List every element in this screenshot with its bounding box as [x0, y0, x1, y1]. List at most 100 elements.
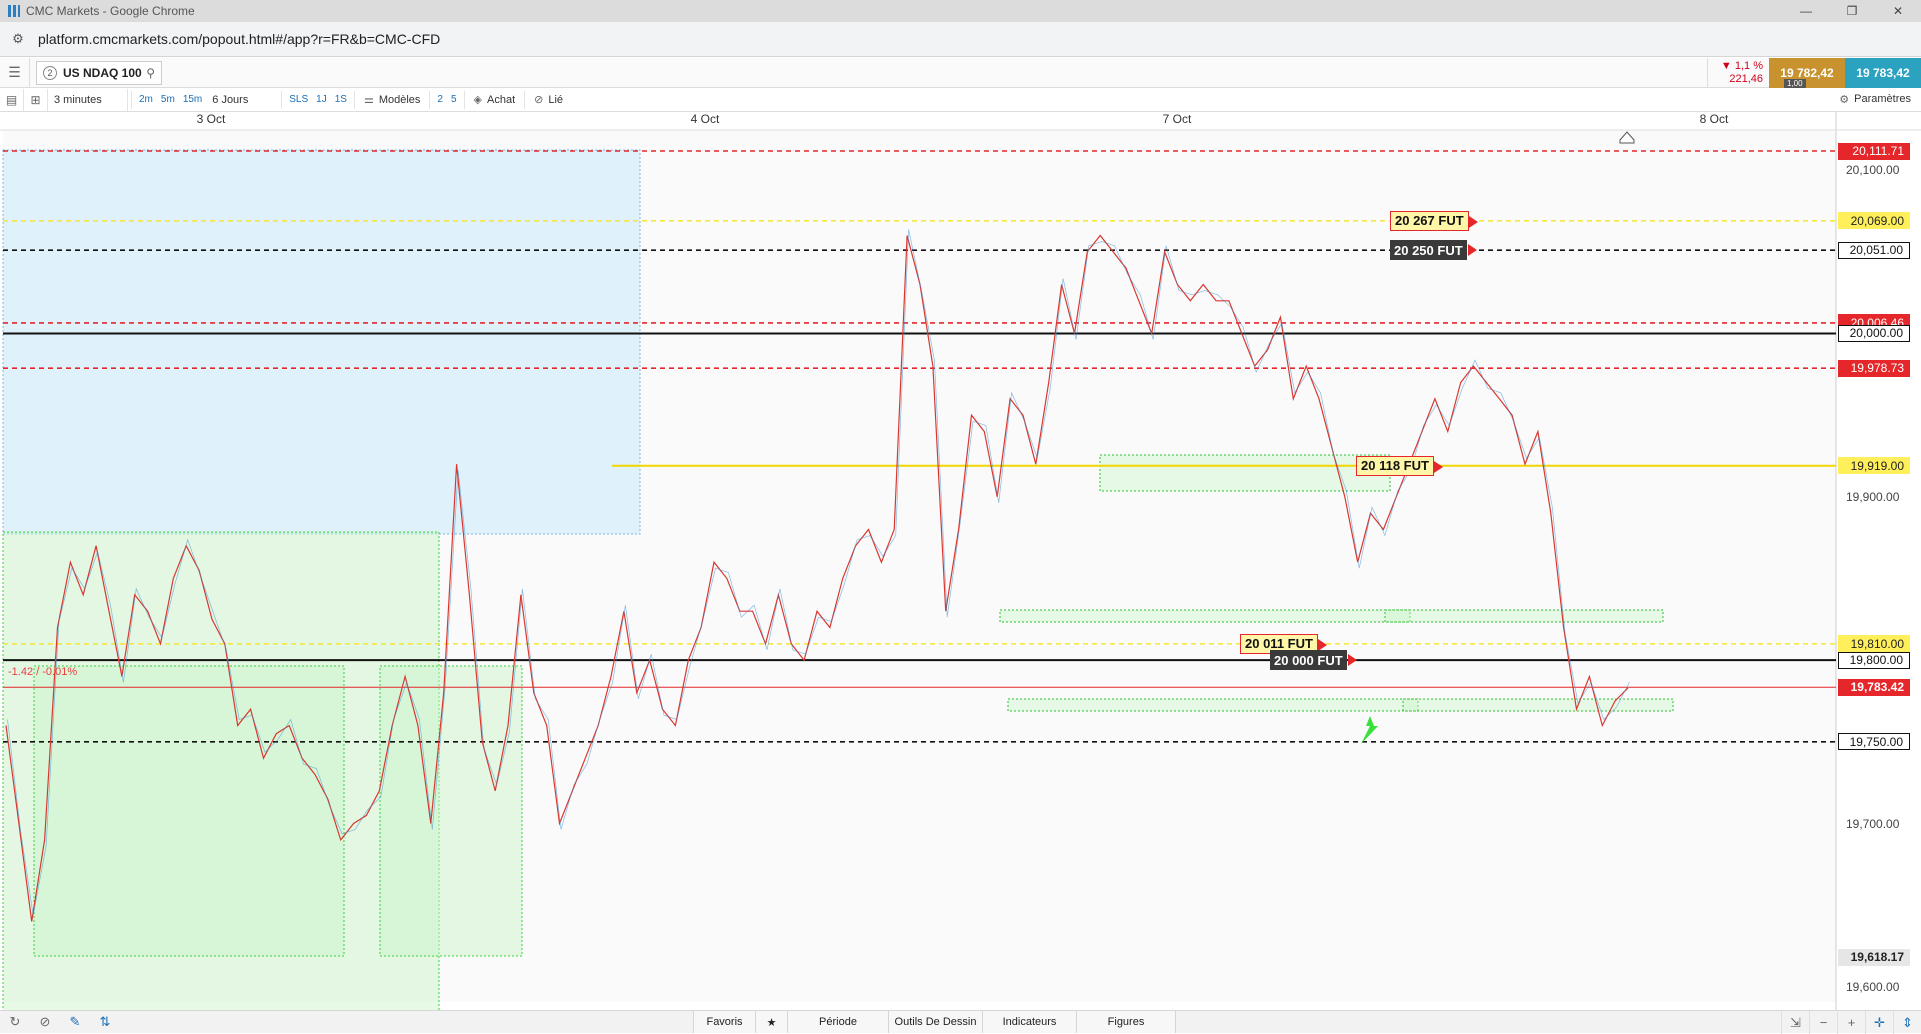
url-text[interactable]: platform.cmcmarkets.com/popout.html#/app…: [38, 31, 440, 47]
divider: [524, 90, 526, 109]
chart-zoom-controls: ⇲ − + ✛ ⇕: [1781, 1011, 1921, 1034]
spread-badge: 1,00: [1784, 79, 1806, 88]
period-2m-button[interactable]: 2m: [135, 89, 157, 111]
zone-box: [999, 609, 1411, 623]
fut-arrow-icon: [1468, 215, 1478, 228]
gear-icon: ⚙: [1839, 93, 1850, 106]
change-points: 221,46: [1729, 73, 1763, 85]
menu-icon[interactable]: ☰: [0, 57, 30, 88]
link-icon: ⊘: [534, 94, 544, 106]
grid-layout-icon[interactable]: ⊞: [24, 88, 48, 111]
cmc-app-icon: [8, 5, 20, 17]
chart-toolbar: ▤ ⊞ 3 minutes 2m 5m 15m 6 Jours SLS 1J 1…: [0, 88, 1921, 112]
price-tick-label: 19,900.00: [1846, 489, 1900, 504]
count-2-button[interactable]: 2: [433, 89, 447, 111]
buy-button[interactable]: 19 783,42: [1845, 58, 1921, 88]
chart-layout-icon[interactable]: ▤: [0, 88, 24, 111]
tab-favoris[interactable]: Favoris: [693, 1011, 755, 1033]
tab-outils-de-dessin[interactable]: Outils De Dessin: [888, 1011, 982, 1033]
price-level-label: 20,069.00: [1838, 212, 1910, 230]
fut-arrow-icon: [1347, 654, 1357, 667]
models-label: Modèles: [378, 93, 421, 106]
site-settings-icon[interactable]: ⚙: [6, 27, 30, 51]
price-level-label: 19,800.00: [1838, 651, 1910, 669]
period-selector[interactable]: 3 minutes: [48, 88, 128, 111]
price-change: ▼ 1,1 % 221,46: [1707, 58, 1769, 88]
star-icon[interactable]: ★: [755, 1011, 787, 1033]
period-5m-button[interactable]: 5m: [157, 89, 179, 111]
vertical-scale-icon[interactable]: ⇕: [1893, 1011, 1921, 1034]
address-bar: ⚙ platform.cmcmarkets.com/popout.html#/a…: [0, 22, 1921, 57]
settings-label: Paramètres: [1854, 93, 1911, 105]
zone-box: [1099, 454, 1391, 492]
fut-arrow-icon: [1467, 244, 1477, 257]
divider: [429, 90, 431, 109]
tab-indicateurs[interactable]: Indicateurs: [982, 1011, 1076, 1033]
window-title: CMC Markets - Google Chrome: [26, 4, 195, 18]
settings-button[interactable]: ⚙ Paramètres: [1839, 88, 1911, 110]
hide-icon[interactable]: ⊘: [30, 1011, 60, 1034]
price-level-label: 20,111.71: [1838, 142, 1910, 160]
fut-arrow-icon: [1317, 638, 1327, 651]
zoom-out-icon[interactable]: −: [1809, 1011, 1837, 1034]
close-icon[interactable]: ✕: [1875, 0, 1921, 22]
divider: [353, 90, 355, 109]
window-controls: — ❐ ✕: [1783, 0, 1921, 22]
link-button[interactable]: ⊘ Lié: [528, 89, 569, 111]
fut-arrow-icon: [1433, 460, 1443, 473]
pencil-icon[interactable]: ✎: [60, 1011, 90, 1034]
search-icon[interactable]: ⚲: [146, 66, 155, 80]
instrument-index-badge: 2: [43, 65, 57, 80]
price-level-label: 20,000.00: [1838, 324, 1910, 342]
price-tick-label: 20,100.00: [1846, 163, 1900, 178]
count-5-button[interactable]: 5: [447, 89, 461, 111]
bottom-toolbar: ↻ ⊘ ✎ ⇅ Favoris ★ Période Outils De Dess…: [0, 1010, 1921, 1034]
crosshair-icon[interactable]: ✛: [1865, 1011, 1893, 1034]
price-level-label: 20,051.00: [1838, 241, 1910, 259]
browser-titlebar: CMC Markets - Google Chrome — ❐ ✕: [0, 0, 1921, 22]
zone-box: [33, 665, 345, 957]
range-1s-button[interactable]: 1S: [331, 89, 351, 111]
tab-periode[interactable]: Période: [787, 1011, 888, 1033]
price-widget: ▼ 1,1 % 221,46 19 782,42 19 783,42: [1707, 58, 1921, 88]
instrument-selector[interactable]: 2 US NDAQ 100 ⚲: [36, 60, 162, 85]
fut-annotation: 20 000 FUT: [1270, 650, 1357, 671]
divider: [131, 90, 132, 109]
instrument-name: US NDAQ 100: [63, 65, 142, 80]
price-chart[interactable]: 3 Oct 4 Oct 7 Oct 8 Oct -1.42 / -0.01% 2…: [0, 112, 1921, 1010]
buy-mode-label: Achat: [487, 93, 516, 106]
zone-box: [2, 149, 641, 535]
price-level-label: 19,810.00: [1838, 635, 1910, 653]
tag-icon: ◈: [473, 94, 483, 106]
price-level-label: 19,978.73: [1838, 359, 1910, 377]
restore-icon[interactable]: ❐: [1829, 0, 1875, 22]
price-level-label: 19,783.42: [1838, 678, 1910, 696]
arrows-icon[interactable]: ⇅: [90, 1011, 120, 1034]
buy-mode-button[interactable]: ◈ Achat: [468, 89, 522, 111]
chart-canvas[interactable]: [0, 112, 1921, 1010]
price-level-label: 19,750.00: [1838, 733, 1910, 751]
link-label: Lié: [548, 93, 564, 106]
price-level-label: 19,919.00: [1838, 457, 1910, 475]
range-sls-button[interactable]: SLS: [285, 89, 312, 111]
refresh-icon[interactable]: ↻: [0, 1011, 30, 1034]
zone-box: [1007, 698, 1419, 712]
change-percent: ▼ 1,1 %: [1720, 60, 1763, 72]
date-label: 7 Oct: [1162, 112, 1192, 126]
zone-box: [1402, 698, 1674, 712]
minimize-icon[interactable]: —: [1783, 0, 1829, 22]
models-icon: ⚌: [363, 94, 374, 106]
sell-button[interactable]: 19 782,42: [1769, 58, 1845, 88]
range-1j-button[interactable]: 1J: [312, 89, 331, 111]
date-label: 3 Oct: [196, 112, 226, 126]
period-15m-button[interactable]: 15m: [179, 89, 206, 111]
divider: [281, 90, 283, 109]
zoom-in-icon[interactable]: +: [1837, 1011, 1865, 1034]
range-selector[interactable]: 6 Jours: [206, 89, 278, 111]
price-tick-label: 19,600.00: [1846, 979, 1900, 994]
expand-icon[interactable]: ⇲: [1781, 1011, 1809, 1034]
zone-box: [379, 665, 523, 957]
fut-annotation: 20 250 FUT: [1390, 240, 1477, 261]
models-button[interactable]: ⚌ Modèles: [358, 89, 426, 111]
tab-figures[interactable]: Figures: [1076, 1011, 1176, 1033]
